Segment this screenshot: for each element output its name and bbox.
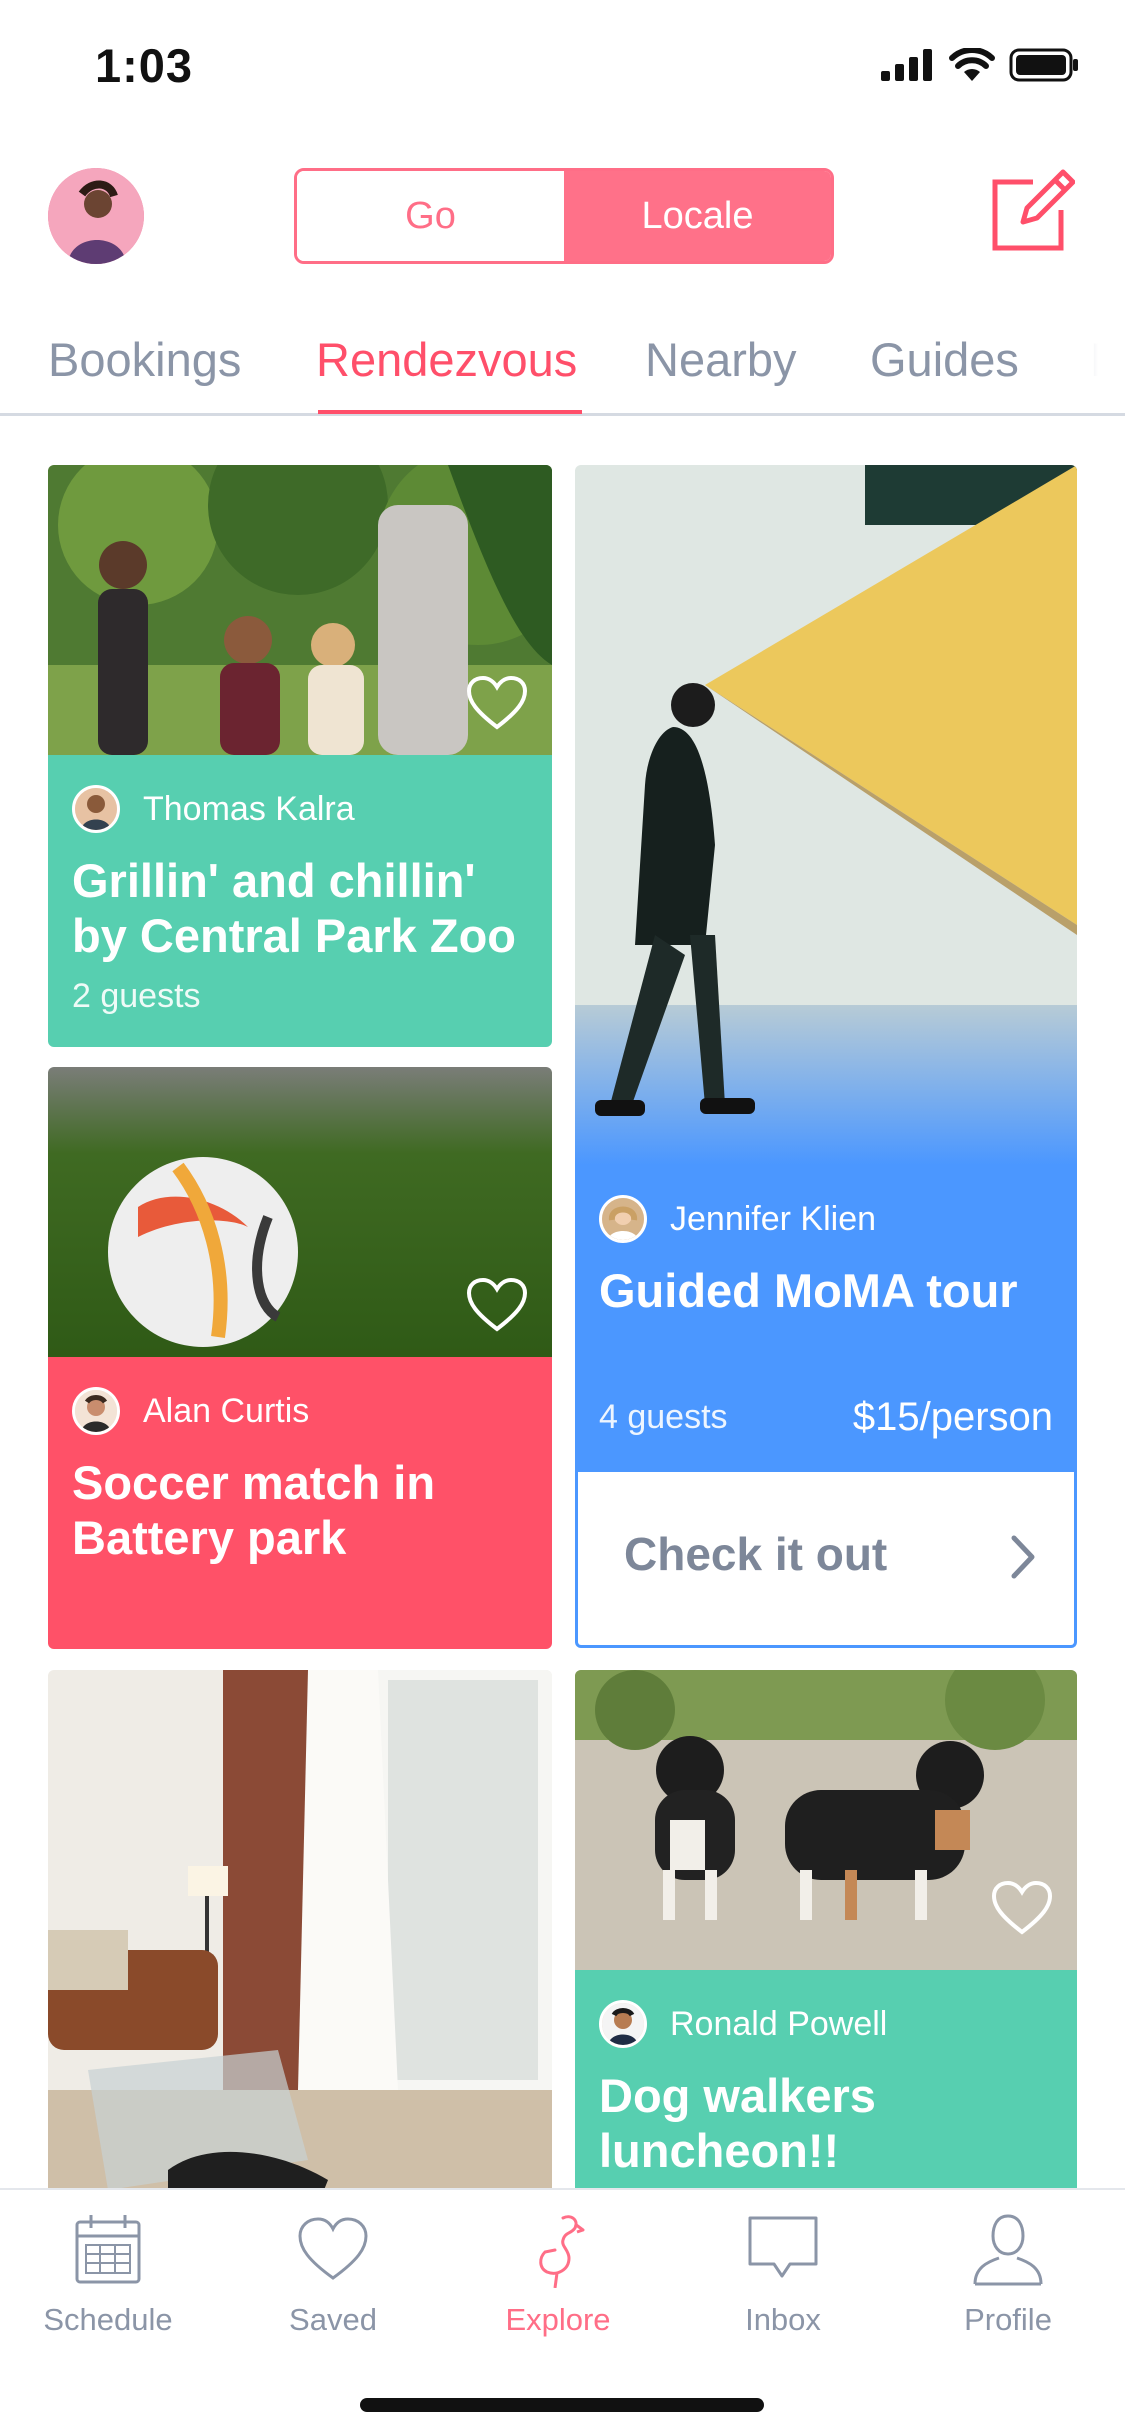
event-card-moma[interactable]: Jennifer Klien Guided MoMA tour 4 guests… bbox=[575, 465, 1077, 1472]
nav-label: Explore bbox=[505, 2302, 611, 2337]
status-time: 1:03 bbox=[95, 39, 194, 92]
host-row: Alan Curtis bbox=[72, 1387, 528, 1435]
guests-price-row: 4 guests $15/person bbox=[599, 1395, 1053, 1440]
event-card-dog-walkers[interactable]: Ronald Powell Dog walkers luncheon!! bbox=[575, 1670, 1077, 2188]
flamingo-icon bbox=[539, 2215, 585, 2288]
guest-count: 4 guests bbox=[599, 1398, 728, 1436]
status-icons bbox=[881, 48, 1079, 82]
status-bar: 1:03 bbox=[0, 0, 1125, 135]
event-card-info: Jennifer Klien Guided MoMA tour 4 guests… bbox=[575, 1165, 1077, 1472]
nav-profile[interactable]: Profile bbox=[908, 2210, 1108, 2338]
user-avatar[interactable] bbox=[48, 168, 144, 264]
category-tabs: Bookings Rendezvous Nearby Guides Ba bbox=[0, 320, 1125, 416]
guest-count: 2 guests bbox=[72, 977, 201, 1015]
host-row: Jennifer Klien bbox=[599, 1195, 1053, 1243]
calendar-icon bbox=[75, 2215, 141, 2284]
event-photo-living-room bbox=[48, 1670, 552, 2188]
host-row: Ronald Powell bbox=[599, 2000, 1053, 2048]
check-it-out-label: Check it out bbox=[624, 1528, 888, 1580]
nav-label: Profile bbox=[964, 2302, 1052, 2337]
home-indicator[interactable] bbox=[360, 2398, 764, 2412]
chevron-right-icon bbox=[1011, 1535, 1035, 1579]
nav-explore[interactable]: Explore bbox=[458, 2210, 658, 2338]
host-name: Jennifer Klien bbox=[670, 1199, 877, 1238]
event-photo-soccer-ball bbox=[48, 1067, 552, 1357]
host-name: Thomas Kalra bbox=[143, 789, 355, 828]
host-avatar[interactable] bbox=[599, 2000, 647, 2048]
event-card-living-room[interactable] bbox=[48, 1670, 552, 2188]
host-row: Thomas Kalra bbox=[72, 785, 528, 833]
event-card-grillin[interactable]: Thomas Kalra Grillin' and chillin' by Ce… bbox=[48, 465, 552, 1047]
compose-icon[interactable] bbox=[991, 168, 1075, 252]
tab-bookings[interactable]: Bookings bbox=[48, 332, 241, 387]
rendezvous-feed[interactable]: Thomas Kalra Grillin' and chillin' by Ce… bbox=[0, 420, 1125, 2188]
event-photo-puppies bbox=[575, 1670, 1077, 1970]
nav-inbox[interactable]: Inbox bbox=[683, 2210, 883, 2338]
person-icon bbox=[973, 2214, 1043, 2286]
heart-icon[interactable] bbox=[991, 1880, 1053, 1936]
segment-go[interactable]: Go bbox=[297, 171, 564, 261]
event-card-info: Ronald Powell Dog walkers luncheon!! bbox=[575, 1970, 1077, 2188]
go-locale-toggle[interactable]: Go Locale bbox=[294, 168, 834, 264]
host-name: Ronald Powell bbox=[670, 2004, 888, 2043]
active-tab-indicator bbox=[318, 410, 582, 414]
nav-schedule[interactable]: Schedule bbox=[8, 2210, 208, 2338]
nav-label: Saved bbox=[289, 2302, 377, 2337]
tab-guides[interactable]: Guides bbox=[870, 332, 1019, 387]
price-per-person: $15/person bbox=[852, 1395, 1053, 1439]
host-avatar[interactable] bbox=[72, 1387, 120, 1435]
cellular-signal-icon bbox=[881, 49, 932, 81]
host-avatar[interactable] bbox=[599, 1195, 647, 1243]
chat-bubble-icon bbox=[748, 2216, 818, 2278]
host-avatar[interactable] bbox=[72, 785, 120, 833]
nav-label: Inbox bbox=[745, 2302, 821, 2337]
event-title: Grillin' and chillin' by Central Park Zo… bbox=[72, 854, 516, 962]
tab-rendezvous[interactable]: Rendezvous bbox=[316, 332, 577, 387]
event-title: Dog walkers luncheon!! bbox=[599, 2069, 876, 2177]
battery-icon bbox=[1009, 48, 1078, 82]
event-card-info: Thomas Kalra Grillin' and chillin' by Ce… bbox=[48, 755, 552, 1047]
event-title: Guided MoMA tour bbox=[599, 1264, 1018, 1317]
segment-locale[interactable]: Locale bbox=[564, 171, 831, 261]
host-name: Alan Curtis bbox=[143, 1391, 310, 1430]
heart-icon bbox=[298, 2217, 368, 2280]
event-photo-museum bbox=[575, 465, 1077, 1165]
tab-nearby[interactable]: Nearby bbox=[645, 332, 797, 387]
check-it-out-button[interactable]: Check it out bbox=[575, 1472, 1077, 1648]
heart-icon[interactable] bbox=[466, 1277, 528, 1333]
wifi-icon bbox=[949, 48, 995, 81]
event-title: Soccer match in Battery park bbox=[72, 1456, 436, 1564]
tabs-fade bbox=[1035, 320, 1125, 410]
event-card-info: Alan Curtis Soccer match in Battery park bbox=[48, 1357, 552, 1649]
event-card-soccer[interactable]: Alan Curtis Soccer match in Battery park bbox=[48, 1067, 552, 1649]
heart-icon[interactable] bbox=[466, 675, 528, 731]
nav-saved[interactable]: Saved bbox=[233, 2210, 433, 2338]
event-photo-picnic bbox=[48, 465, 552, 755]
nav-label: Schedule bbox=[43, 2302, 173, 2337]
